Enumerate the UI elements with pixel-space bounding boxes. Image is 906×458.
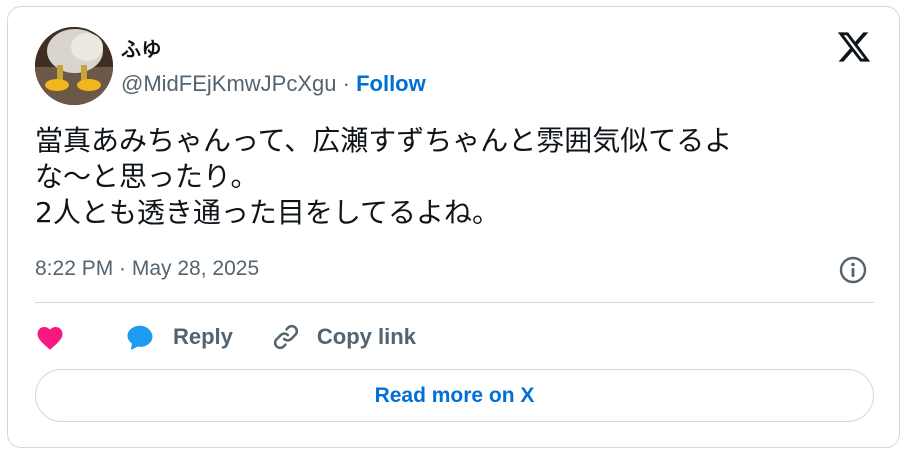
divider [35, 302, 874, 303]
handle-separator: · [342, 71, 350, 96]
tweet-text: 當真あみちゃんって、広瀬すずちゃんと雰囲気似てるよ な〜と思ったり。 2人とも透… [35, 124, 733, 229]
reply-label: Reply [173, 324, 233, 349]
action-bar: Reply Copy link [35, 317, 416, 357]
link-icon [271, 322, 301, 352]
follow-button[interactable]: Follow [356, 71, 426, 96]
info-icon[interactable] [838, 255, 868, 285]
read-more-button[interactable]: Read more on X [35, 369, 874, 422]
tweet-card: ふゆ @MidFEjKmwJPcXgu · Follow 當真あみちゃんって、広… [7, 6, 900, 448]
avatar[interactable] [35, 27, 113, 105]
x-logo-icon[interactable] [836, 29, 872, 65]
speech-bubble-icon [125, 323, 155, 351]
display-name[interactable]: ふゆ [121, 33, 162, 62]
handle-row: @MidFEjKmwJPcXgu · Follow [121, 71, 426, 97]
tweet-timestamp[interactable]: 8:22 PM · May 28, 2025 [35, 257, 259, 281]
copy-link-label: Copy link [316, 324, 416, 349]
like-button[interactable] [35, 323, 65, 351]
reply-button[interactable]: Reply [125, 323, 233, 351]
user-handle[interactable]: @MidFEjKmwJPcXgu [121, 71, 337, 96]
copy-link-button[interactable]: Copy link [271, 322, 416, 352]
heart-icon [35, 323, 65, 351]
